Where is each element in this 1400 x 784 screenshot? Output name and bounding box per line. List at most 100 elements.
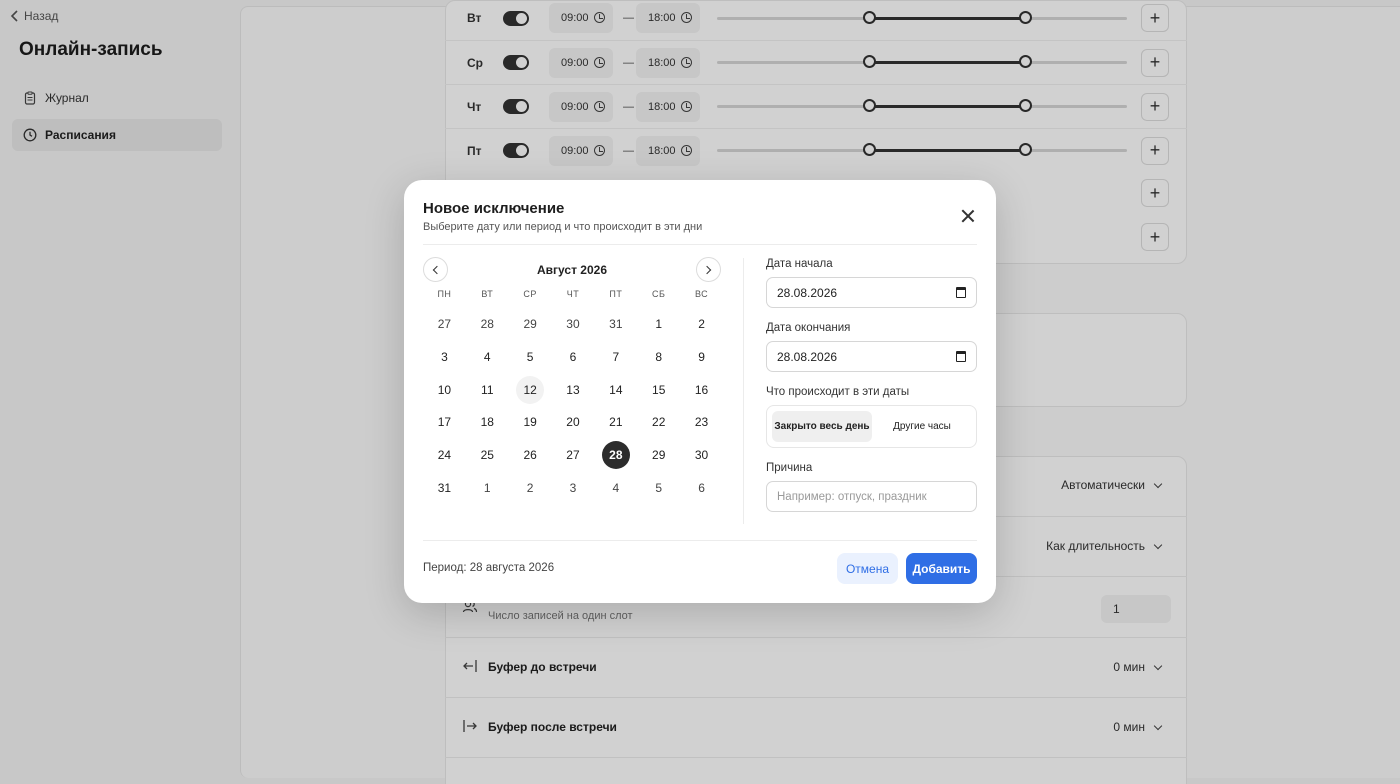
- calendar-day[interactable]: 5: [509, 341, 552, 374]
- calendar-day-label: 21: [609, 415, 623, 430]
- calendar-day[interactable]: 2: [509, 471, 552, 504]
- option-other-hours[interactable]: Другие часы: [873, 411, 971, 442]
- calendar-weekdays: ПН ВТ СР ЧТ ПТ СБ ВС: [423, 289, 723, 299]
- calendar-day[interactable]: 1: [466, 471, 509, 504]
- calendar-day[interactable]: 28: [594, 439, 637, 472]
- cancel-button[interactable]: Отмена: [837, 553, 898, 584]
- calendar-day[interactable]: 11: [466, 373, 509, 406]
- end-date-input[interactable]: 28.08.2026: [766, 341, 977, 372]
- calendar-day[interactable]: 19: [509, 406, 552, 439]
- calendar-day[interactable]: 21: [594, 406, 637, 439]
- calendar-day[interactable]: 25: [466, 439, 509, 472]
- add-button[interactable]: Добавить: [906, 553, 977, 584]
- calendar-day-label: 3: [569, 480, 577, 495]
- calendar-day[interactable]: 3: [423, 341, 466, 374]
- calendar-day[interactable]: 9: [680, 341, 723, 374]
- period-summary: Период: 28 августа 2026: [423, 562, 555, 574]
- weekday-label: ПН: [437, 289, 452, 299]
- calendar-day[interactable]: 15: [637, 373, 680, 406]
- weekday-label: СБ: [652, 289, 666, 299]
- calendar-day-label: 7: [612, 350, 620, 365]
- calendar-month-label: Август 2026: [537, 263, 607, 277]
- weekday-label: ПТ: [609, 289, 623, 299]
- calendar-day-label: 9: [698, 350, 705, 365]
- calendar-day[interactable]: 16: [680, 373, 723, 406]
- calendar-day[interactable]: 20: [552, 406, 595, 439]
- calendar-day-label: 24: [437, 448, 452, 463]
- calendar-day-label: 1: [483, 480, 491, 495]
- calendar-day-label: 29: [652, 448, 666, 463]
- calendar-day[interactable]: 30: [680, 439, 723, 472]
- calendar-day-label: 3: [441, 350, 448, 365]
- calendar-day[interactable]: 31: [594, 308, 637, 341]
- calendar-day[interactable]: 8: [637, 341, 680, 374]
- divider: [423, 244, 977, 245]
- calendar-day[interactable]: 1: [637, 308, 680, 341]
- calendar-day[interactable]: 5: [637, 471, 680, 504]
- calendar-day[interactable]: 12: [509, 373, 552, 406]
- option-closed-all-day[interactable]: Закрыто весь день: [772, 411, 872, 442]
- calendar-day-label: 29: [523, 317, 537, 332]
- calendar-day-label: 16: [694, 382, 709, 397]
- calendar-day[interactable]: 27: [423, 308, 466, 341]
- calendar-day-label: 28: [601, 441, 630, 470]
- start-date-input[interactable]: 28.08.2026: [766, 277, 977, 308]
- calendar-day-label: 28: [480, 317, 494, 332]
- new-exception-dialog: Новое исключение Выберите дату или перио…: [404, 180, 996, 603]
- next-month-button[interactable]: [696, 257, 721, 282]
- calendar-day[interactable]: 18: [466, 406, 509, 439]
- calendar-day[interactable]: 14: [594, 373, 637, 406]
- calendar-day-label: 26: [523, 448, 537, 463]
- calendar-day[interactable]: 23: [680, 406, 723, 439]
- calendar-day-label: 4: [483, 350, 491, 365]
- calendar-day-label: 27: [566, 448, 580, 463]
- calendar-day[interactable]: 2: [680, 308, 723, 341]
- calendar-day[interactable]: 7: [594, 341, 637, 374]
- calendar-day-label: 6: [698, 480, 705, 495]
- calendar-day[interactable]: 6: [680, 471, 723, 504]
- calendar-day[interactable]: 13: [552, 373, 595, 406]
- calendar-day[interactable]: 3: [552, 471, 595, 504]
- close-icon[interactable]: [960, 208, 976, 224]
- calendar-day-label: 13: [566, 382, 580, 397]
- exception-type-toggle: Закрыто весь день Другие часы: [766, 405, 977, 448]
- calendar-day[interactable]: 31: [423, 471, 466, 504]
- calendar-day[interactable]: 29: [509, 308, 552, 341]
- calendar-day[interactable]: 17: [423, 406, 466, 439]
- end-date-label: Дата окончания: [766, 322, 851, 334]
- calendar-day-label: 14: [609, 382, 623, 397]
- calendar-day[interactable]: 10: [423, 373, 466, 406]
- calendar-day[interactable]: 27: [552, 439, 595, 472]
- calendar-day-label: 12: [516, 375, 545, 404]
- chevron-right-icon: [702, 265, 712, 274]
- divider-vertical: [743, 258, 744, 524]
- calendar-day-label: 2: [526, 480, 534, 495]
- weekday-label: ЧТ: [566, 289, 580, 299]
- calendar-day-label: 11: [481, 382, 494, 397]
- reason-input[interactable]: [766, 481, 977, 512]
- calendar-day[interactable]: 4: [466, 341, 509, 374]
- calendar-icon[interactable]: [956, 287, 966, 298]
- calendar-day-label: 2: [698, 317, 705, 332]
- reason-label: Причина: [766, 462, 813, 474]
- start-date-label: Дата начала: [766, 258, 833, 270]
- calendar-day-label: 4: [612, 480, 620, 495]
- calendar-day-label: 15: [652, 382, 666, 397]
- calendar-icon[interactable]: [956, 351, 966, 362]
- weekday-label: ВС: [694, 289, 709, 299]
- calendar-day[interactable]: 29: [637, 439, 680, 472]
- dialog-subtitle: Выберите дату или период и что происходи…: [423, 221, 703, 233]
- dialog-title: Новое исключение: [423, 200, 565, 217]
- what-happens-label: Что происходит в эти даты: [766, 386, 910, 398]
- divider: [423, 540, 977, 541]
- calendar-day[interactable]: 24: [423, 439, 466, 472]
- calendar-day-label: 17: [437, 415, 452, 430]
- calendar-day[interactable]: 6: [552, 341, 595, 374]
- calendar-day-label: 18: [480, 415, 494, 430]
- calendar-day-label: 5: [655, 480, 663, 495]
- calendar-day[interactable]: 4: [594, 471, 637, 504]
- calendar-day[interactable]: 26: [509, 439, 552, 472]
- calendar-day[interactable]: 22: [637, 406, 680, 439]
- calendar-day[interactable]: 30: [552, 308, 595, 341]
- calendar-day[interactable]: 28: [466, 308, 509, 341]
